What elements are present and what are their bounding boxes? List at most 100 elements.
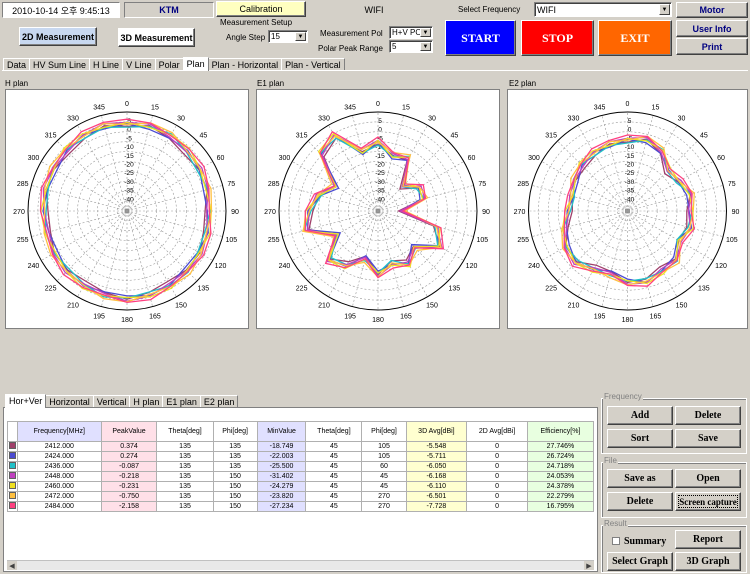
h-plan-polar-chart: 0 15 30 45 60 75 90 105 120 135 150 165 180 195 210 225… bbox=[13, 101, 239, 324]
angle-tick-label: 225 bbox=[296, 285, 308, 292]
measurement-pol-select[interactable]: H+V POL ▼ bbox=[389, 26, 433, 39]
measurement-setup-label: Measurement Setup bbox=[220, 18, 293, 27]
row-color-swatch bbox=[9, 472, 16, 479]
angle-tick-label: 30 bbox=[177, 115, 185, 122]
chevron-down-icon[interactable]: ▼ bbox=[420, 28, 431, 37]
radial-tick-label: -30 bbox=[124, 179, 134, 186]
angle-tick-label: 120 bbox=[715, 263, 727, 270]
column-header[interactable]: 2D Avg[dBi] bbox=[466, 421, 528, 442]
measure-2d-button[interactable]: 2D Measurement bbox=[19, 27, 97, 46]
angle-tick-label: 210 bbox=[67, 303, 79, 310]
row-color-swatch bbox=[9, 492, 16, 499]
h-plan-title: H plan bbox=[5, 79, 29, 88]
table-cell: 105 bbox=[361, 441, 407, 452]
angle-tick-label: 75 bbox=[728, 181, 736, 188]
print-button[interactable]: Print bbox=[676, 38, 748, 55]
sort-button[interactable]: Sort bbox=[607, 429, 673, 448]
column-header[interactable]: PeakValue bbox=[100, 421, 158, 442]
screen-capture-button[interactable]: Screen capture bbox=[675, 492, 741, 511]
chevron-down-icon[interactable]: ▼ bbox=[295, 32, 306, 41]
open-button[interactable]: Open bbox=[675, 469, 741, 488]
delete-frequency-button[interactable]: Delete bbox=[675, 406, 741, 425]
angle-tick-label: 135 bbox=[449, 285, 461, 292]
table-row[interactable]: 2460.000 -0.231 135 150 -24.279 45 45 -6.110 0 24… bbox=[7, 481, 594, 492]
scroll-left-icon[interactable]: ◀ bbox=[7, 561, 17, 570]
table-row[interactable]: 2412.000 0.374 135 135 -18.749 45 105 -5.548 0 27… bbox=[7, 441, 594, 452]
angle-tick-label: 165 bbox=[400, 313, 412, 320]
table-scroll[interactable]: Frequency[MHz] PeakValue Theta[deg] Phi[deg… bbox=[7, 421, 594, 559]
polar-peak-range-select[interactable]: 5 ▼ bbox=[389, 40, 433, 53]
angle-tick-label: 255 bbox=[17, 237, 29, 244]
add-frequency-button[interactable]: Add bbox=[607, 406, 673, 425]
row-color-marker[interactable] bbox=[7, 501, 18, 512]
e1-plan-title: E1 plan bbox=[257, 79, 285, 88]
angle-tick-label: 15 bbox=[402, 105, 410, 112]
column-header[interactable]: Efficiency[%] bbox=[526, 421, 594, 442]
table-cell: 135 bbox=[156, 501, 214, 512]
row-color-marker[interactable] bbox=[7, 451, 18, 462]
polar-grid-spoke bbox=[627, 185, 724, 212]
column-header[interactable]: Theta[deg] bbox=[305, 421, 363, 442]
save-button[interactable]: Save bbox=[675, 429, 741, 448]
tab-plan[interactable]: Plan bbox=[182, 57, 209, 71]
select-graph-button[interactable]: Select Graph bbox=[607, 552, 673, 571]
chevron-down-icon[interactable]: ▼ bbox=[659, 4, 670, 15]
radial-tick-label: -25 bbox=[124, 170, 134, 177]
graph-3d-button[interactable]: 3D Graph bbox=[675, 552, 741, 571]
motor-button[interactable]: Motor bbox=[676, 2, 748, 18]
checkbox-box[interactable] bbox=[612, 537, 620, 545]
user-info-button[interactable]: User Info bbox=[676, 20, 748, 37]
column-header[interactable]: MinValue bbox=[256, 421, 307, 442]
radial-tick-label: -20 bbox=[375, 161, 385, 168]
table-row[interactable]: 2424.000 0.274 135 135 -22.003 45 105 -5.711 0 26… bbox=[7, 451, 594, 462]
bottom-tab-hor-ver[interactable]: Hor+Ver bbox=[5, 394, 47, 408]
row-color-marker[interactable] bbox=[7, 441, 18, 452]
column-header[interactable]: 3D Avg[dBi] bbox=[405, 421, 468, 442]
start-button[interactable]: START bbox=[445, 20, 516, 56]
column-header[interactable]: Frequency[MHz] bbox=[17, 421, 102, 442]
stop-button[interactable]: STOP bbox=[521, 20, 594, 56]
table-row[interactable]: 2436.000 -0.087 135 135 -25.500 45 60 -6.050 0 24… bbox=[7, 461, 594, 472]
measure-3d-button[interactable]: 3D Measurement bbox=[118, 28, 195, 47]
table-cell: 0 bbox=[466, 441, 528, 452]
angle-tick-label: 150 bbox=[676, 303, 688, 310]
table-row[interactable]: 2472.000 -0.750 135 150 -23.820 45 270 -6.501 0 2… bbox=[7, 491, 594, 502]
calibration-button[interactable]: Calibration bbox=[216, 1, 306, 17]
table-cell: -5.711 bbox=[405, 451, 468, 462]
row-color-swatch bbox=[9, 502, 16, 509]
row-color-marker[interactable] bbox=[7, 481, 18, 492]
radial-tick-label: -15 bbox=[124, 153, 134, 160]
column-header[interactable]: Phi[deg] bbox=[361, 421, 407, 442]
select-frequency-select[interactable]: WIFI ▼ bbox=[534, 2, 672, 17]
angle-tick-label: 315 bbox=[296, 133, 308, 140]
table-cell: 45 bbox=[305, 471, 363, 482]
column-header[interactable]: Phi[deg] bbox=[212, 421, 258, 442]
exit-button[interactable]: EXIT bbox=[598, 20, 672, 56]
radial-tick-label: -35 bbox=[625, 188, 635, 195]
table-cell: -0.087 bbox=[100, 461, 158, 472]
table-header-row: Frequency[MHz] PeakValue Theta[deg] Phi[deg… bbox=[7, 421, 594, 442]
angle-step-select[interactable]: 15 ▼ bbox=[268, 30, 308, 43]
row-color-marker[interactable] bbox=[7, 461, 18, 472]
table-row[interactable]: 2484.000 -2.158 135 150 -27.234 45 270 -7.728 0 1… bbox=[7, 501, 594, 512]
delete-file-button[interactable]: Delete bbox=[607, 492, 673, 511]
angle-tick-label: 255 bbox=[517, 237, 529, 244]
row-color-marker[interactable] bbox=[7, 471, 18, 482]
chevron-down-icon[interactable]: ▼ bbox=[420, 42, 431, 51]
summary-checkbox[interactable]: Summary bbox=[612, 535, 672, 547]
results-table: Frequency[MHz] PeakValue Theta[deg] Phi[deg… bbox=[7, 421, 594, 512]
report-button[interactable]: Report bbox=[675, 530, 741, 549]
table-row[interactable]: 2448.000 -0.218 135 150 -31.402 45 45 -6.168 0 24… bbox=[7, 471, 594, 482]
e2-plan-polar-chart: 0 15 30 45 60 75 90 105 120 135 150 165 180 195 210 225… bbox=[514, 101, 740, 324]
table-cell: -6.168 bbox=[405, 471, 468, 482]
scroll-right-icon[interactable]: ▶ bbox=[584, 561, 594, 570]
table-cell: -6.050 bbox=[405, 461, 468, 472]
angle-tick-label: 345 bbox=[93, 105, 105, 112]
save-as-button[interactable]: Save as bbox=[607, 469, 673, 488]
radial-tick-label: -20 bbox=[625, 161, 635, 168]
horizontal-scrollbar[interactable]: ◀ ▶ bbox=[7, 560, 594, 570]
column-header[interactable]: Theta[deg] bbox=[156, 421, 214, 442]
result-group-label: Result bbox=[603, 519, 628, 528]
radial-tick-label: -20 bbox=[124, 161, 134, 168]
row-color-marker[interactable] bbox=[7, 491, 18, 502]
